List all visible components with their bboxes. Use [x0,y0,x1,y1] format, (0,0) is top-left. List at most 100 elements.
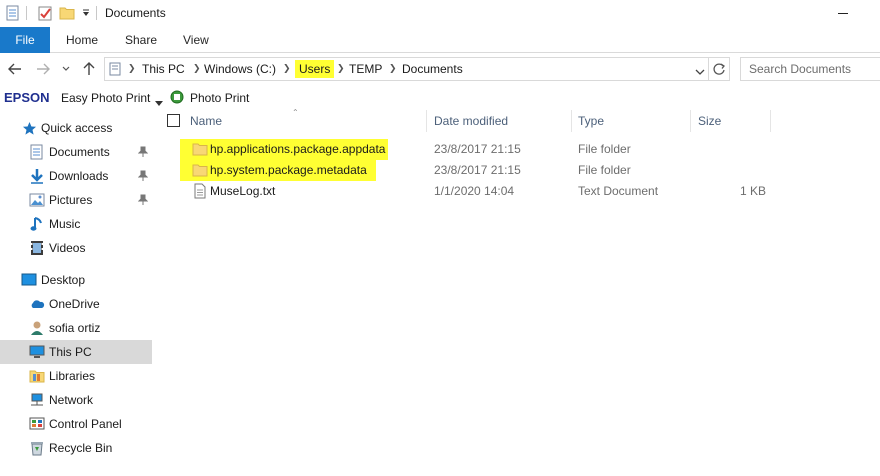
file-name[interactable]: MuseLog.txt [210,184,275,198]
window-title: Documents [105,6,166,20]
nav-item-pictures[interactable]: Pictures [0,188,152,212]
control-panel-icon [29,416,45,432]
pictures-icon [29,192,45,208]
nav-item-label: Libraries [49,369,96,383]
forward-button[interactable] [34,60,52,78]
column-header-size[interactable]: Size [698,110,721,132]
file-list: ⌃ Name Date modified Type Size hp.applic… [160,108,880,476]
nav-item-label: Desktop [41,273,86,287]
properties-icon[interactable] [5,4,21,22]
nav-item-downloads[interactable]: Downloads [0,164,152,188]
column-header-name[interactable]: Name [190,110,222,132]
column-divider[interactable] [571,110,572,132]
file-name[interactable]: hp.system.package.metadata [210,163,367,177]
nav-item-label: Music [49,217,81,231]
recycle-bin-icon [29,440,45,456]
breadcrumb-windows-c[interactable]: Windows (C:) [204,62,276,76]
title-separator [96,6,97,20]
breadcrumb-chevron-icon[interactable]: ❯ [389,63,397,74]
address-bar[interactable]: ❯ This PC ❯ Windows (C:) ❯ Users ❯ TEMP … [104,57,730,81]
breadcrumb-chevron-icon[interactable]: ❯ [337,63,345,74]
documents-icon [29,144,45,160]
file-date-modified: 23/8/2017 21:15 [434,163,521,177]
nav-item-user[interactable]: sofia ortiz [0,316,152,340]
nav-item-label: This PC [49,345,92,359]
customize-toolbar-icon[interactable] [78,4,94,22]
file-row[interactable]: hp.system.package.metadata 23/8/2017 21:… [160,160,880,181]
minimize-button[interactable] [834,4,854,20]
tab-file[interactable]: File [0,27,50,53]
select-all-checkbox[interactable] [167,114,180,127]
quick-access-separator [26,6,27,20]
file-name[interactable]: hp.applications.package.appdata [210,142,385,156]
pin-icon[interactable] [137,146,149,158]
folder-icon [192,162,208,178]
file-type: File folder [578,163,631,177]
nav-item-label: Pictures [49,193,93,207]
breadcrumb-documents[interactable]: Documents [402,62,463,76]
column-divider[interactable] [770,110,771,132]
breadcrumb-chevron-icon[interactable]: ❯ [128,63,136,74]
ribbon: File Home Share View [0,27,880,53]
nav-item-desktop[interactable]: Desktop [0,268,152,292]
file-row[interactable]: MuseLog.txt 1/1/2020 14:04 Text Document… [160,181,880,202]
computer-icon [29,344,45,360]
file-date-modified: 1/1/2020 14:04 [434,184,515,198]
epson-logo: EPSON [4,90,50,105]
nav-item-label: Quick access [41,121,113,135]
easy-photo-print-button[interactable]: Easy Photo Print [61,91,150,105]
this-pc-icon [109,62,123,79]
nav-item-label: sofia ortiz [49,321,101,335]
column-divider[interactable] [426,110,427,132]
nav-item-control-panel[interactable]: Control Panel [0,412,152,436]
network-icon [29,392,45,408]
breadcrumb-chevron-icon[interactable]: ❯ [283,63,291,74]
back-button[interactable] [6,60,24,78]
up-button[interactable] [80,60,98,78]
user-icon [29,320,45,336]
tab-view[interactable]: View [183,27,209,53]
tab-home[interactable]: Home [66,27,98,53]
nav-item-onedrive[interactable]: OneDrive [0,292,152,316]
refresh-icon[interactable] [712,62,726,79]
new-folder-icon[interactable] [59,4,75,22]
breadcrumb-this-pc[interactable]: This PC [142,62,185,76]
breadcrumb-temp[interactable]: TEMP [349,62,382,76]
file-type: Text Document [578,184,659,198]
file-type: File folder [578,142,631,156]
photo-print-button[interactable]: Photo Print [190,91,249,105]
star-icon [21,120,37,136]
breadcrumb-users[interactable]: Users [295,60,335,78]
column-divider[interactable] [690,110,691,132]
navigation-row: ❯ This PC ❯ Windows (C:) ❯ Users ❯ TEMP … [0,57,880,82]
nav-item-libraries[interactable]: Libraries [0,364,152,388]
nav-item-documents[interactable]: Documents [0,140,152,164]
search-input[interactable] [741,58,871,80]
column-header-date-modified[interactable]: Date modified [434,110,508,132]
checklist-icon[interactable] [37,4,53,22]
nav-item-label: Videos [49,241,86,255]
easy-photo-print-dropdown-icon[interactable] [155,95,163,109]
file-row[interactable]: hp.applications.package.appdata 23/8/201… [160,139,880,160]
nav-item-network[interactable]: Network [0,388,152,412]
cloud-icon [29,296,45,312]
recent-locations-chevron-icon[interactable] [60,60,72,78]
nav-item-music[interactable]: Music [0,212,152,236]
nav-item-label: Downloads [49,169,109,183]
nav-item-videos[interactable]: Videos [0,236,152,260]
search-box[interactable] [740,57,880,81]
breadcrumb-chevron-icon[interactable]: ❯ [193,63,201,74]
file-size: 1 KB [740,184,767,198]
tab-share[interactable]: Share [125,27,157,53]
desktop-icon [21,272,37,288]
pin-icon[interactable] [137,194,149,206]
title-bar: Documents [0,0,880,27]
nav-item-quick-access[interactable]: Quick access [0,116,152,140]
nav-item-this-pc[interactable]: This PC [0,340,152,364]
pin-icon[interactable] [137,170,149,182]
address-dropdown-chevron-icon[interactable] [695,65,705,79]
text-file-icon [192,183,208,199]
photo-print-icon [170,90,184,107]
nav-item-recycle-bin[interactable]: Recycle Bin [0,436,152,460]
column-header-type[interactable]: Type [578,110,604,132]
